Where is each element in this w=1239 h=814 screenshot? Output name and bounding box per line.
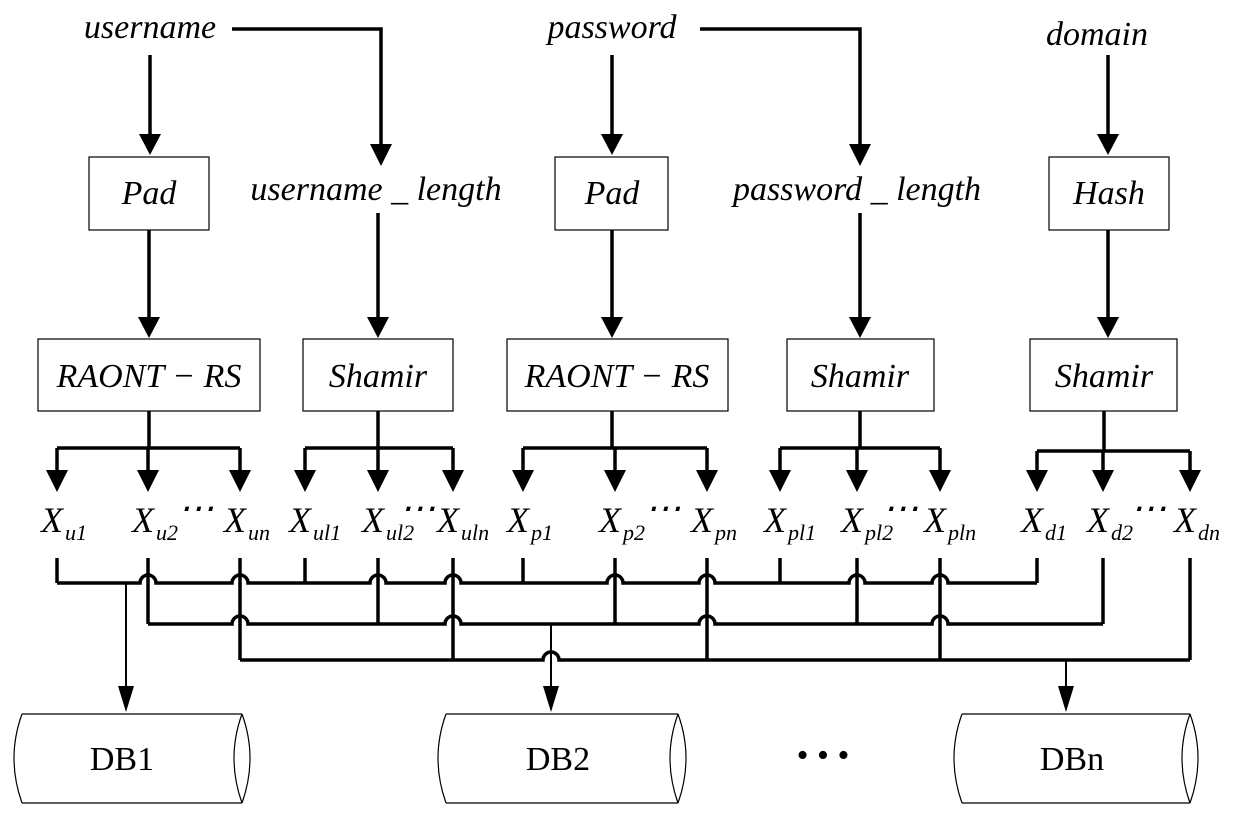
length-to-shamir-arrow-2 [849,213,871,338]
hash-box-domain: Hash [1048,156,1170,231]
diagram-svg: username password domain Pad username _ … [13,9,1220,804]
share-d2: Xd2 [1085,500,1133,545]
svg-text:Pad: Pad [584,175,641,212]
share-ellipsis-2: ⋯ [400,488,436,528]
share-ellipsis-5: ⋯ [1131,488,1167,528]
raont-rs-box-password: RAONT − RS [506,338,729,412]
pad-box-username: Pad [88,156,210,231]
pad-to-raont-arrow-2 [601,230,623,338]
username-to-length-arrow [232,27,392,166]
arrow-to-db2 [543,624,559,712]
svg-text:DBn: DBn [1040,741,1104,778]
label-password-length: password _ length [731,171,981,208]
pad-box-password: Pad [554,156,669,231]
share-ellipsis-4: ⋯ [883,488,919,528]
shamir-box-domain: Shamir [1029,338,1178,412]
username-to-pad-arrow [139,55,161,155]
bus-to-db1 [57,573,1037,585]
share-distribution-diagram: username password domain Pad username _ … [0,0,1239,814]
password-to-length-arrow [700,27,871,166]
share-u2: Xu2 [130,500,178,545]
share-labels: Xu1 Xu2 Xun Xul1 Xul2 Xuln Xp1 Xp2 Xpn Xpl1 Xpl2 Xp… [39,500,1220,545]
svg-text:Hash: Hash [1072,175,1145,212]
share-p2: Xp2 [597,500,645,545]
share-pl1: Xpl1 [762,500,816,545]
fanout-group-1 [46,411,251,492]
raont-rs-box-username: RAONT − RS [37,338,261,412]
distribution-wiring [55,558,1192,662]
share-fanout-arrows [46,411,1201,492]
hash-to-shamir-arrow [1097,230,1119,338]
share-uln: Xuln [435,500,489,545]
shamir-box-password-length: Shamir [786,338,935,412]
database-dbn: DBn [953,713,1199,804]
share-p1: Xp1 [505,500,553,545]
fanout-group-5 [1026,411,1201,492]
input-username: username [84,9,216,46]
svg-text:DB1: DB1 [90,741,154,778]
fanout-group-3 [512,411,718,492]
arrow-to-dbn [1058,660,1074,712]
share-ellipsis-1: ⋯ [178,488,214,528]
share-ul1: Xul1 [287,500,341,545]
pad-to-raont-arrow-1 [138,230,160,338]
shamir-box-username-length: Shamir [302,338,454,412]
svg-text:RAONT − RS: RAONT − RS [524,358,710,395]
arrow-to-db1 [118,583,134,712]
password-to-pad-arrow [601,55,623,155]
database-ellipsis: • • • [797,737,850,774]
share-ellipsis-3: ⋯ [645,488,681,528]
bus-to-dbn [240,650,1190,662]
share-d1: Xd1 [1019,500,1067,545]
fanout-group-2 [294,411,464,492]
share-pn: Xpn [689,500,737,545]
input-password: password [545,9,677,46]
input-domain: domain [1046,16,1148,53]
database-db1: DB1 [13,713,251,804]
svg-text:Shamir: Shamir [329,358,428,395]
length-to-shamir-arrow-1 [367,213,389,338]
fanout-group-4 [769,411,951,492]
label-username-length: username _ length [250,171,501,208]
share-dn: Xdn [1172,500,1220,545]
svg-text:Shamir: Shamir [1055,358,1154,395]
domain-to-hash-arrow [1097,55,1119,155]
svg-text:RAONT − RS: RAONT − RS [56,358,242,395]
database-db2: DB2 [437,713,687,804]
svg-text:Shamir: Shamir [811,358,910,395]
svg-text:Pad: Pad [121,175,178,212]
share-pln: Xpln [922,500,976,545]
share-un: Xun [222,500,270,545]
bus-to-db2 [148,614,1103,626]
svg-text:DB2: DB2 [526,741,590,778]
share-u1: Xu1 [39,500,87,545]
